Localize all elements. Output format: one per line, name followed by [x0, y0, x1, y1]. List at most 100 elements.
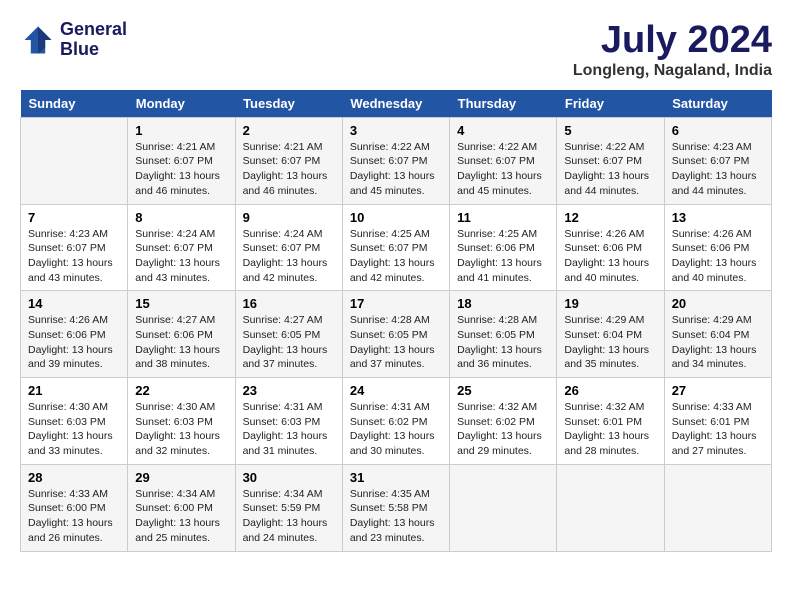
day-info: Sunrise: 4:26 AM Sunset: 6:06 PM Dayligh…: [564, 227, 656, 286]
calendar-cell: 10 Sunrise: 4:25 AM Sunset: 6:07 PM Dayli…: [342, 204, 449, 291]
day-number: 15: [135, 296, 227, 311]
day-info: Sunrise: 4:29 AM Sunset: 6:04 PM Dayligh…: [564, 313, 656, 372]
calendar-cell: 1Sunrise: 4:21 AM Sunset: 6:07 PM Daylig…: [128, 117, 235, 204]
calendar-cell: 26 Sunrise: 4:32 AM Sunset: 6:01 PM Dayli…: [557, 378, 664, 465]
day-number: 26: [564, 383, 656, 398]
page-header: General Blue July 2024 Longleng, Nagalan…: [20, 20, 772, 80]
day-info: Sunrise: 4:33 AM Sunset: 6:01 PM Dayligh…: [672, 400, 764, 459]
day-number: 9: [243, 210, 335, 225]
day-number: 5: [564, 123, 656, 138]
day-info: Sunrise: 4:31 AM Sunset: 6:03 PM Dayligh…: [243, 400, 335, 459]
day-info: Sunrise: 4:27 AM Sunset: 6:06 PM Dayligh…: [135, 313, 227, 372]
calendar-cell: 4 Sunrise: 4:22 AM Sunset: 6:07 PM Daylig…: [450, 117, 557, 204]
calendar-cell: 11Sunrise: 4:25 AM Sunset: 6:06 PM Dayli…: [450, 204, 557, 291]
month-year-title: July 2024: [573, 20, 772, 62]
day-number: 2: [243, 123, 335, 138]
calendar-week-row: 28 Sunrise: 4:33 AM Sunset: 6:00 PM Dayli…: [21, 464, 772, 551]
day-info: Sunrise: 4:33 AM Sunset: 6:00 PM Dayligh…: [28, 487, 120, 546]
day-info: Sunrise: 4:22 AM Sunset: 6:07 PM Dayligh…: [564, 140, 656, 199]
calendar-cell: 13Sunrise: 4:26 AM Sunset: 6:06 PM Dayli…: [664, 204, 771, 291]
calendar-cell: 6Sunrise: 4:23 AM Sunset: 6:07 PM Daylig…: [664, 117, 771, 204]
calendar-cell: 30Sunrise: 4:34 AM Sunset: 5:59 PM Dayli…: [235, 464, 342, 551]
calendar-cell: 8 Sunrise: 4:24 AM Sunset: 6:07 PM Daylig…: [128, 204, 235, 291]
day-number: 17: [350, 296, 442, 311]
calendar-cell: 20 Sunrise: 4:29 AM Sunset: 6:04 PM Dayli…: [664, 291, 771, 378]
day-info: Sunrise: 4:24 AM Sunset: 6:07 PM Dayligh…: [243, 227, 335, 286]
calendar-cell: 27 Sunrise: 4:33 AM Sunset: 6:01 PM Dayli…: [664, 378, 771, 465]
calendar-week-row: 14 Sunrise: 4:26 AM Sunset: 6:06 PM Dayli…: [21, 291, 772, 378]
day-info: Sunrise: 4:30 AM Sunset: 6:03 PM Dayligh…: [28, 400, 120, 459]
day-info: Sunrise: 4:32 AM Sunset: 6:01 PM Dayligh…: [564, 400, 656, 459]
calendar-week-row: 21 Sunrise: 4:30 AM Sunset: 6:03 PM Dayli…: [21, 378, 772, 465]
day-number: 23: [243, 383, 335, 398]
location-subtitle: Longleng, Nagaland, India: [573, 62, 772, 80]
calendar-cell: [664, 464, 771, 551]
calendar-week-row: 1Sunrise: 4:21 AM Sunset: 6:07 PM Daylig…: [21, 117, 772, 204]
day-info: Sunrise: 4:28 AM Sunset: 6:05 PM Dayligh…: [457, 313, 549, 372]
day-info: Sunrise: 4:29 AM Sunset: 6:04 PM Dayligh…: [672, 313, 764, 372]
title-area: July 2024 Longleng, Nagaland, India: [573, 20, 772, 80]
day-header-friday: Friday: [557, 90, 664, 118]
day-number: 21: [28, 383, 120, 398]
day-number: 10: [350, 210, 442, 225]
day-info: Sunrise: 4:24 AM Sunset: 6:07 PM Dayligh…: [135, 227, 227, 286]
calendar-cell: 12 Sunrise: 4:26 AM Sunset: 6:06 PM Dayli…: [557, 204, 664, 291]
day-number: 8: [135, 210, 227, 225]
day-number: 14: [28, 296, 120, 311]
day-info: Sunrise: 4:28 AM Sunset: 6:05 PM Dayligh…: [350, 313, 442, 372]
calendar-cell: 16Sunrise: 4:27 AM Sunset: 6:05 PM Dayli…: [235, 291, 342, 378]
calendar-cell: 2 Sunrise: 4:21 AM Sunset: 6:07 PM Daylig…: [235, 117, 342, 204]
logo-icon: [20, 22, 56, 58]
day-number: 19: [564, 296, 656, 311]
day-number: 12: [564, 210, 656, 225]
calendar-cell: 21 Sunrise: 4:30 AM Sunset: 6:03 PM Dayli…: [21, 378, 128, 465]
day-info: Sunrise: 4:21 AM Sunset: 6:07 PM Dayligh…: [243, 140, 335, 199]
calendar-cell: 29Sunrise: 4:34 AM Sunset: 6:00 PM Dayli…: [128, 464, 235, 551]
calendar-table: SundayMondayTuesdayWednesdayThursdayFrid…: [20, 90, 772, 552]
calendar-cell: 15 Sunrise: 4:27 AM Sunset: 6:06 PM Dayli…: [128, 291, 235, 378]
calendar-cell: 14 Sunrise: 4:26 AM Sunset: 6:06 PM Dayli…: [21, 291, 128, 378]
day-number: 27: [672, 383, 764, 398]
day-info: Sunrise: 4:31 AM Sunset: 6:02 PM Dayligh…: [350, 400, 442, 459]
calendar-cell: 25Sunrise: 4:32 AM Sunset: 6:02 PM Dayli…: [450, 378, 557, 465]
day-number: 24: [350, 383, 442, 398]
calendar-cell: 31 Sunrise: 4:35 AM Sunset: 5:58 PM Dayli…: [342, 464, 449, 551]
day-header-monday: Monday: [128, 90, 235, 118]
day-info: Sunrise: 4:25 AM Sunset: 6:06 PM Dayligh…: [457, 227, 549, 286]
day-info: Sunrise: 4:21 AM Sunset: 6:07 PM Dayligh…: [135, 140, 227, 199]
calendar-cell: 24 Sunrise: 4:31 AM Sunset: 6:02 PM Dayli…: [342, 378, 449, 465]
day-number: 18: [457, 296, 549, 311]
calendar-cell: 3Sunrise: 4:22 AM Sunset: 6:07 PM Daylig…: [342, 117, 449, 204]
logo: General Blue: [20, 20, 127, 60]
day-header-sunday: Sunday: [21, 90, 128, 118]
day-info: Sunrise: 4:35 AM Sunset: 5:58 PM Dayligh…: [350, 487, 442, 546]
day-info: Sunrise: 4:23 AM Sunset: 6:07 PM Dayligh…: [28, 227, 120, 286]
day-number: 31: [350, 470, 442, 485]
day-number: 6: [672, 123, 764, 138]
day-header-tuesday: Tuesday: [235, 90, 342, 118]
calendar-cell: 9 Sunrise: 4:24 AM Sunset: 6:07 PM Daylig…: [235, 204, 342, 291]
day-info: Sunrise: 4:22 AM Sunset: 6:07 PM Dayligh…: [457, 140, 549, 199]
calendar-cell: 18 Sunrise: 4:28 AM Sunset: 6:05 PM Dayli…: [450, 291, 557, 378]
calendar-cell: 17 Sunrise: 4:28 AM Sunset: 6:05 PM Dayli…: [342, 291, 449, 378]
day-number: 7: [28, 210, 120, 225]
calendar-header-row: SundayMondayTuesdayWednesdayThursdayFrid…: [21, 90, 772, 118]
day-number: 22: [135, 383, 227, 398]
day-info: Sunrise: 4:22 AM Sunset: 6:07 PM Dayligh…: [350, 140, 442, 199]
calendar-cell: 22Sunrise: 4:30 AM Sunset: 6:03 PM Dayli…: [128, 378, 235, 465]
calendar-cell: 5 Sunrise: 4:22 AM Sunset: 6:07 PM Daylig…: [557, 117, 664, 204]
day-number: 20: [672, 296, 764, 311]
calendar-cell: [21, 117, 128, 204]
calendar-cell: 19 Sunrise: 4:29 AM Sunset: 6:04 PM Dayli…: [557, 291, 664, 378]
day-number: 30: [243, 470, 335, 485]
day-number: 13: [672, 210, 764, 225]
calendar-week-row: 7 Sunrise: 4:23 AM Sunset: 6:07 PM Daylig…: [21, 204, 772, 291]
calendar-cell: 28 Sunrise: 4:33 AM Sunset: 6:00 PM Dayli…: [21, 464, 128, 551]
day-info: Sunrise: 4:26 AM Sunset: 6:06 PM Dayligh…: [28, 313, 120, 372]
day-number: 4: [457, 123, 549, 138]
day-info: Sunrise: 4:25 AM Sunset: 6:07 PM Dayligh…: [350, 227, 442, 286]
day-number: 16: [243, 296, 335, 311]
day-number: 28: [28, 470, 120, 485]
day-number: 29: [135, 470, 227, 485]
day-header-wednesday: Wednesday: [342, 90, 449, 118]
